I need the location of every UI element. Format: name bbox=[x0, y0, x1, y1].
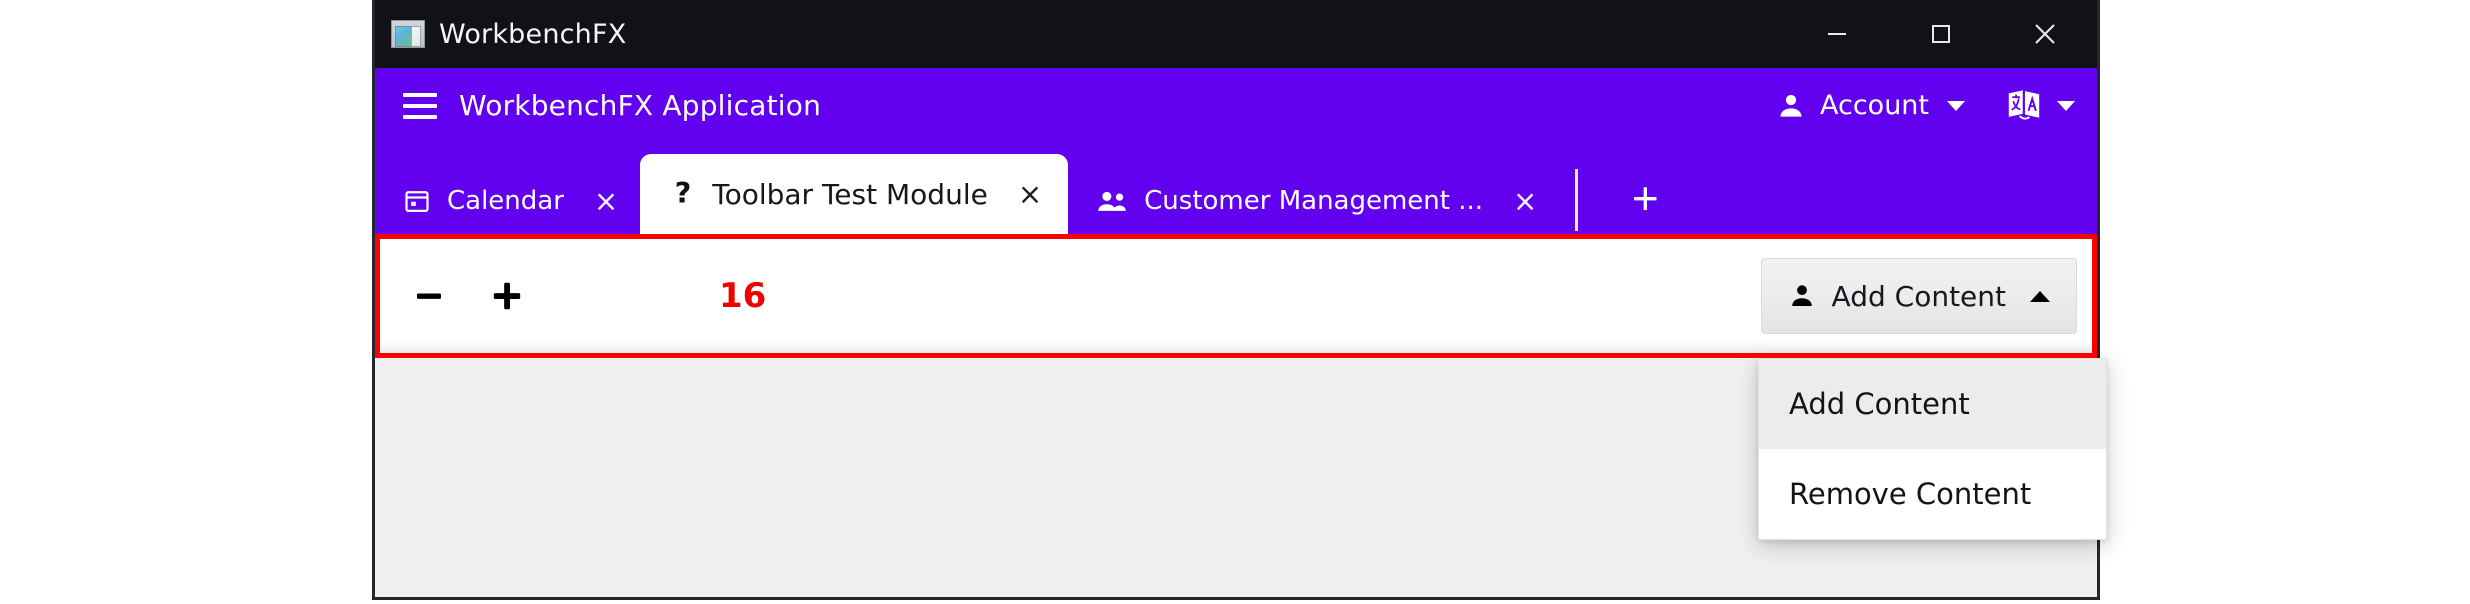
tab-label: Calendar bbox=[447, 186, 564, 216]
tab-label: Toolbar Test Module bbox=[712, 177, 988, 211]
window-title: WorkbenchFX bbox=[439, 18, 627, 50]
page-title: WorkbenchFX Application bbox=[459, 89, 822, 122]
person-icon bbox=[1788, 282, 1816, 310]
add-content-label: Add Content bbox=[1831, 279, 2006, 313]
language-menu-button[interactable] bbox=[1979, 77, 2097, 135]
calendar-icon bbox=[403, 187, 431, 215]
account-menu-button[interactable]: Account bbox=[1762, 80, 1979, 131]
tab-strip: Calendar × ? Toolbar Test Module × Custo… bbox=[375, 143, 2097, 234]
account-label: Account bbox=[1819, 90, 1929, 121]
tab-close-icon[interactable]: × bbox=[594, 186, 618, 216]
close-button[interactable] bbox=[1993, 0, 2097, 68]
tab-close-icon[interactable]: × bbox=[1513, 186, 1537, 216]
add-content-dropdown-menu: Add Content Remove Content bbox=[1758, 358, 2107, 540]
header-actions: Account bbox=[1762, 77, 2097, 135]
tab-divider bbox=[1575, 169, 1579, 231]
chevron-down-icon bbox=[2057, 100, 2075, 111]
window-titlebar: WorkbenchFX bbox=[375, 0, 2097, 68]
chevron-up-icon bbox=[2030, 290, 2050, 302]
tab-close-icon[interactable]: × bbox=[1018, 179, 1042, 209]
counter-label: 16 bbox=[719, 276, 767, 316]
maximize-button[interactable] bbox=[1889, 0, 1993, 68]
person-icon bbox=[1776, 91, 1806, 121]
tab-toolbar-test-module[interactable]: ? Toolbar Test Module × bbox=[640, 154, 1069, 234]
add-content-split-button[interactable]: Add Content bbox=[1760, 258, 2077, 334]
window-controls bbox=[1785, 0, 2097, 68]
translate-icon bbox=[2005, 87, 2043, 125]
question-mark-icon: ? bbox=[670, 179, 696, 209]
people-icon bbox=[1096, 187, 1128, 215]
minimize-icon bbox=[1824, 21, 1850, 47]
svg-text:?: ? bbox=[675, 179, 692, 209]
add-tab-button[interactable]: + bbox=[1612, 168, 1678, 234]
decrement-button[interactable] bbox=[397, 264, 461, 328]
minimize-button[interactable] bbox=[1785, 0, 1889, 68]
tab-label: Customer Management ... bbox=[1144, 186, 1484, 216]
minus-icon bbox=[412, 279, 446, 313]
screenshot-root: WorkbenchFX WorkbenchFX Application Acco… bbox=[0, 0, 2470, 604]
chevron-down-icon bbox=[1947, 100, 1965, 111]
increment-button[interactable] bbox=[475, 264, 539, 328]
tab-customer-management[interactable]: Customer Management ... × bbox=[1068, 168, 1559, 234]
menu-item-remove-content[interactable]: Remove Content bbox=[1759, 449, 2106, 539]
menu-item-add-content[interactable]: Add Content bbox=[1759, 359, 2106, 449]
tab-calendar[interactable]: Calendar × bbox=[375, 168, 640, 234]
maximize-icon bbox=[1928, 21, 1954, 47]
app-window-chart-icon bbox=[391, 20, 425, 48]
hamburger-menu-icon[interactable] bbox=[403, 92, 437, 119]
close-icon bbox=[2031, 20, 2059, 48]
plus-icon: + bbox=[1631, 172, 1659, 224]
module-toolbar: 16 Add Content bbox=[375, 234, 2097, 358]
app-header: WorkbenchFX Application Account bbox=[375, 68, 2097, 143]
application-window: WorkbenchFX WorkbenchFX Application Acco… bbox=[372, 0, 2107, 600]
menu-item-label: Add Content bbox=[1789, 387, 1970, 421]
plus-icon bbox=[489, 278, 525, 314]
menu-item-label: Remove Content bbox=[1789, 477, 2032, 511]
